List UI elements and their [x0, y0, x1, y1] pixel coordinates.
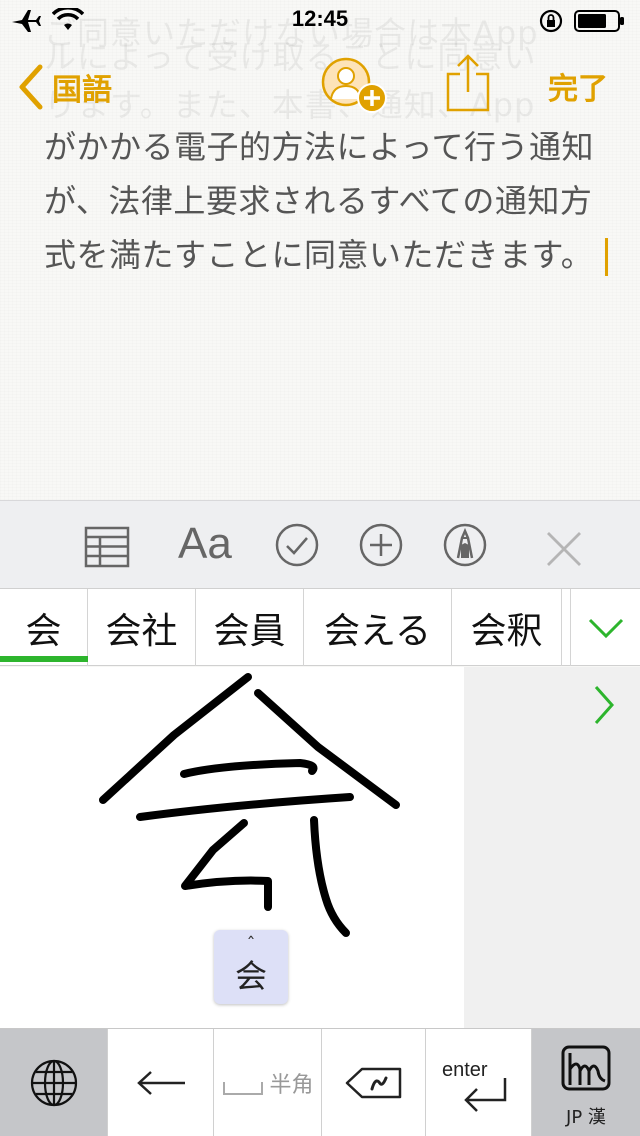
- enter-key-label: enter: [442, 1059, 488, 1081]
- globe-key[interactable]: [0, 1029, 108, 1136]
- note-line-last: 式を満たすことに同意いただきます。: [44, 228, 609, 282]
- note-toolbar: Aa: [0, 500, 640, 588]
- backspace-icon: [345, 1067, 401, 1099]
- note-line: が、法律上要求されるすべての通知方: [44, 182, 593, 220]
- candidate-item[interactable]: 会: [0, 589, 88, 666]
- text-cursor: [605, 238, 609, 276]
- enter-key[interactable]: enter: [426, 1029, 532, 1136]
- preview-char: 会: [234, 957, 267, 995]
- cursor-left-key[interactable]: [108, 1029, 214, 1136]
- space-key[interactable]: 半角: [214, 1029, 322, 1136]
- arrow-left-icon: [136, 1071, 185, 1095]
- checklist-icon[interactable]: [274, 521, 320, 569]
- insert-plus-icon[interactable]: [358, 521, 404, 569]
- note-line-text: 式を満たすことに同意いただきます。: [44, 236, 594, 274]
- candidate-item[interactable]: 会社: [88, 589, 196, 666]
- space-icon: [223, 1082, 264, 1095]
- keyboard-bottom-row: 半角 enter JP 漢: [0, 1028, 640, 1136]
- expand-candidates-button[interactable]: [570, 589, 640, 666]
- input-mode-label: JP 漢: [566, 1107, 606, 1128]
- back-button-label: 国語: [52, 73, 112, 108]
- handwriting-mode-icon: [561, 1045, 611, 1091]
- globe-icon: [30, 1059, 77, 1107]
- selected-candidate-indicator: [0, 656, 88, 662]
- handwriting-side-panel: [464, 667, 640, 1028]
- done-button[interactable]: 完了: [548, 64, 608, 108]
- chevron-down-icon: [588, 618, 623, 638]
- nav-bar: 国語 完了: [0, 40, 640, 130]
- chevron-left-icon: [19, 64, 43, 110]
- handwriting-mode-key[interactable]: JP 漢: [532, 1029, 640, 1136]
- preview-caret: ˆ: [246, 934, 256, 955]
- table-icon[interactable]: [84, 523, 130, 571]
- candidate-item[interactable]: 会員: [196, 589, 304, 666]
- rotation-lock-icon: [539, 9, 563, 33]
- share-icon[interactable]: [444, 52, 492, 112]
- candidate-item[interactable]: 会える: [304, 589, 452, 666]
- return-arrow-icon: [463, 1078, 506, 1112]
- add-person-icon[interactable]: [320, 54, 388, 116]
- markup-pen-icon[interactable]: [442, 521, 488, 569]
- recognized-char-preview[interactable]: ˆ 会: [214, 930, 288, 1004]
- delete-key[interactable]: [322, 1029, 426, 1136]
- candidate-bar: 会 会社 会員 会える 会釈: [0, 588, 640, 666]
- note-body[interactable]: がかかる電子的方法によって行う通知 が、法律上要求されるすべての通知方 式を満た…: [44, 120, 609, 282]
- candidate-item[interactable]: 会釈: [452, 589, 562, 666]
- back-button[interactable]: 国語: [18, 62, 112, 112]
- battery-icon: [574, 10, 624, 32]
- status-bar: 12:45: [0, 0, 640, 40]
- space-key-label: 半角: [269, 1073, 314, 1098]
- format-text-button[interactable]: Aa: [178, 519, 232, 568]
- close-icon[interactable]: [544, 525, 584, 573]
- chevron-right-icon[interactable]: [580, 681, 630, 731]
